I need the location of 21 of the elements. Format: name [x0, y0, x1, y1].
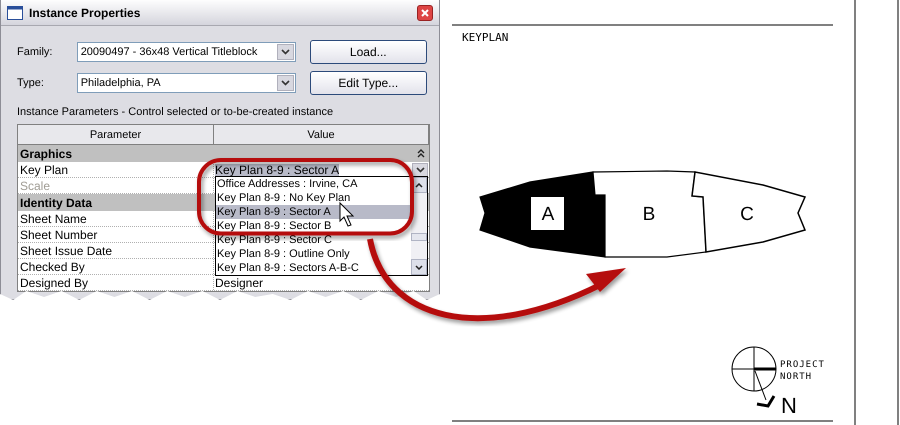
column-header: Value — [214, 125, 429, 144]
sector-label: C — [740, 204, 754, 225]
window-title: Instance Properties — [29, 6, 142, 20]
keyplan-title: KEYPLAN — [462, 31, 508, 44]
parameter-name: Designed By — [18, 275, 214, 290]
parameter-name: Checked By — [18, 259, 214, 274]
parameter-name: Sheet Issue Date — [18, 243, 214, 258]
parameter-name: Sheet Number — [18, 227, 214, 242]
north-label: PROJECT — [780, 360, 825, 370]
column-header: Parameter — [18, 125, 214, 144]
field-label: Type: — [17, 76, 45, 88]
field-label: Family: — [17, 46, 54, 58]
parameter-name: Sheet Name — [18, 211, 214, 226]
north-label: NORTH — [780, 372, 812, 382]
section-caption: Instance Parameters - Control selected or to-be-created instance — [17, 106, 334, 118]
value-cell: Designer — [215, 277, 264, 290]
parameter-name: Scale — [18, 178, 214, 193]
sector-label: A — [542, 204, 554, 225]
north-letter: N — [781, 393, 797, 418]
parameter-name: Key Plan — [18, 162, 214, 177]
sector-label: B — [642, 204, 656, 225]
